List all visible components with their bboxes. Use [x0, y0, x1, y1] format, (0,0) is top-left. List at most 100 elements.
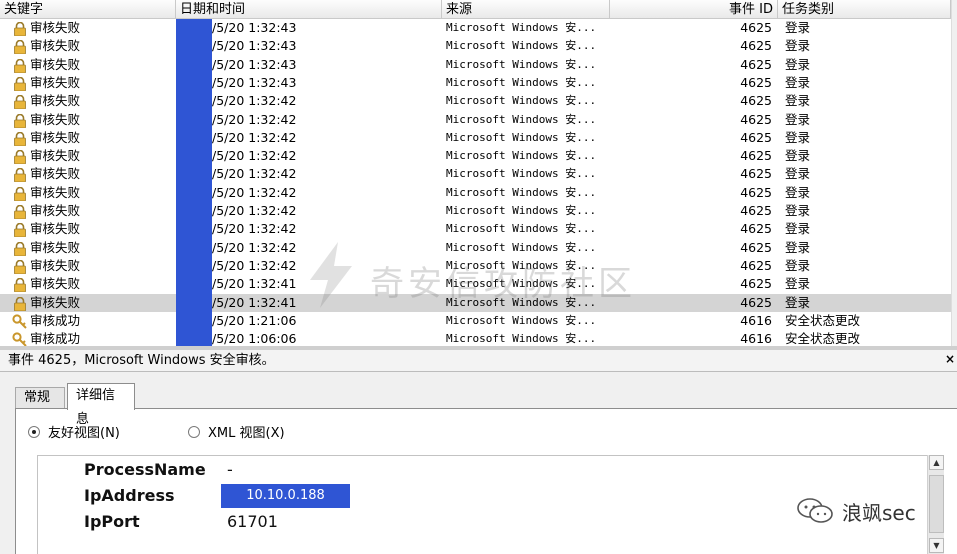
table-row[interactable]: 审核失败/5/20 1:32:42 Microsoft Windows 安... 4…: [0, 111, 951, 129]
cell-source: Microsoft Windows 安...: [446, 258, 597, 272]
table-row[interactable]: 审核失败/5/20 1:32:42 Microsoft Windows 安... 4…: [0, 220, 951, 238]
table-row[interactable]: 审核失败/5/20 1:32:42 Microsoft Windows 安... 4…: [0, 239, 951, 257]
cell-keyword: 审核失败: [30, 203, 81, 218]
field-value-ipaddress: 10.10.0.188: [221, 484, 350, 508]
event-list: 关键字 日期和时间 来源 事件 ID 任务类别 审核失败/5/20 1:32:4…: [0, 0, 957, 346]
column-header-source[interactable]: 来源: [442, 0, 610, 19]
table-row[interactable]: 审核成功/5/20 1:21:06 Microsoft Windows 安... 4…: [0, 312, 951, 330]
tab-details[interactable]: 详细信息: [67, 383, 135, 427]
cell-event-id: 4625: [740, 129, 772, 145]
cell-task-category: 安全状态更改: [785, 331, 861, 346]
cell-keyword: 审核失败: [30, 74, 81, 90]
radio-friendly-view[interactable]: 友好视图(N): [28, 422, 120, 441]
cell-source: Microsoft Windows 安...: [446, 130, 597, 144]
cell-source: Microsoft Windows 安...: [446, 295, 597, 309]
chat-bubbles-icon: [797, 498, 833, 523]
cell-source: Microsoft Windows 安...: [446, 185, 597, 199]
table-row[interactable]: 审核失败/5/20 1:32:43 Microsoft Windows 安... 4…: [0, 74, 951, 92]
cell-event-id: 4625: [740, 111, 772, 127]
table-row[interactable]: 审核失败/5/20 1:32:43 Microsoft Windows 安... 4…: [0, 56, 951, 74]
table-row[interactable]: 审核失败/5/20 1:32:43 Microsoft Windows 安... 4…: [0, 37, 951, 55]
badge-label: 浪飒sec: [842, 500, 916, 525]
cell-source: Microsoft Windows 安...: [446, 313, 597, 327]
column-header-keyword[interactable]: 关键字: [0, 0, 176, 19]
cell-event-id: 4625: [740, 93, 772, 109]
cell-keyword: 审核失败: [30, 166, 81, 182]
table-row[interactable]: 审核失败/5/20 1:32:43 Microsoft Windows 安... 4…: [0, 19, 951, 37]
cell-event-id: 4625: [740, 221, 772, 237]
cell-task-category: 登录: [785, 239, 811, 255]
cell-event-id: 4625: [740, 294, 772, 310]
cell-keyword: 审核失败: [30, 129, 81, 145]
field-key-processname: ProcessName: [84, 460, 206, 479]
event-list-header: 关键字 日期和时间 来源 事件 ID 任务类别: [0, 0, 957, 19]
table-row[interactable]: 审核失败/5/20 1:32:42 Microsoft Windows 安... 4…: [0, 202, 951, 220]
cell-datetime: /5/20 1:32:42: [212, 221, 297, 237]
cell-keyword: 审核失败: [30, 93, 81, 109]
cell-event-id: 4616: [740, 312, 772, 328]
cell-event-id: 4625: [740, 148, 772, 164]
cell-datetime: /5/20 1:32:42: [212, 166, 297, 182]
cell-task-category: 登录: [785, 38, 811, 54]
cell-task-category: 登录: [785, 166, 811, 182]
table-row[interactable]: 审核失败/5/20 1:32:41 Microsoft Windows 安... 4…: [0, 293, 951, 312]
radio-button-unchecked[interactable]: [188, 425, 200, 438]
cell-task-category: 登录: [785, 276, 811, 292]
cell-datetime: /5/20 1:32:42: [212, 129, 297, 145]
cell-datetime: /5/20 1:32:43: [212, 20, 297, 35]
cell-keyword: 审核失败: [30, 221, 81, 237]
cell-keyword: 审核失败: [30, 294, 81, 310]
table-row[interactable]: 审核失败/5/20 1:32:42 Microsoft Windows 安... 4…: [0, 257, 951, 275]
tab-general[interactable]: 常规: [15, 387, 65, 409]
detail-scrollbar[interactable]: ▲ ▼: [927, 455, 944, 554]
cell-keyword: 审核失败: [30, 38, 81, 54]
table-row[interactable]: 审核失败/5/20 1:32:42 Microsoft Windows 安... 4…: [0, 92, 951, 110]
radio-xml-view[interactable]: XML 视图(X): [188, 422, 285, 441]
cell-event-id: 4625: [740, 56, 772, 72]
table-row[interactable]: 审核失败/5/20 1:32:42 Microsoft Windows 安... 4…: [0, 129, 951, 147]
table-row[interactable]: 审核失败/5/20 1:32:41 Microsoft Windows 安... 4…: [0, 275, 951, 293]
cell-task-category: 登录: [785, 221, 811, 237]
cell-datetime: /5/20 1:32:41: [212, 276, 297, 292]
table-row[interactable]: 审核失败/5/20 1:32:42 Microsoft Windows 安... 4…: [0, 184, 951, 202]
table-row[interactable]: 审核失败/5/20 1:32:42 Microsoft Windows 安... 4…: [0, 147, 951, 165]
cell-task-category: 登录: [785, 129, 811, 145]
list-scrollbar[interactable]: [951, 0, 957, 346]
scroll-down-icon[interactable]: ▼: [929, 538, 944, 553]
cell-keyword: 审核成功: [30, 331, 81, 346]
cell-keyword: 审核失败: [30, 184, 81, 200]
cell-event-id: 4625: [740, 166, 772, 182]
scroll-up-icon[interactable]: ▲: [929, 455, 944, 470]
cell-event-id: 4625: [740, 239, 772, 255]
cell-keyword: 审核失败: [30, 276, 81, 292]
table-row[interactable]: 审核失败/5/20 1:32:42 Microsoft Windows 安... 4…: [0, 165, 951, 183]
cell-task-category: 登录: [785, 93, 811, 109]
column-header-task-category[interactable]: 任务类别: [778, 0, 951, 19]
cell-datetime: /5/20 1:32:43: [212, 38, 297, 54]
cell-datetime: /5/20 1:32:42: [212, 239, 297, 255]
cell-source: Microsoft Windows 安...: [446, 39, 597, 53]
cell-keyword: 审核失败: [30, 111, 81, 127]
cell-task-category: 登录: [785, 20, 811, 35]
cell-event-id: 4616: [740, 331, 772, 346]
cell-source: Microsoft Windows 安...: [446, 332, 597, 346]
cell-task-category: 登录: [785, 148, 811, 164]
cell-keyword: 审核失败: [30, 20, 81, 35]
cell-source: Microsoft Windows 安...: [446, 167, 597, 181]
cell-task-category: 登录: [785, 111, 811, 127]
radio-button-checked[interactable]: [28, 425, 40, 438]
field-key-ipaddress: IpAddress: [84, 486, 175, 505]
table-row[interactable]: 审核成功/5/20 1:06:06 Microsoft Windows 安... 4…: [0, 330, 951, 346]
cell-datetime: /5/20 1:21:06: [212, 312, 297, 328]
cell-source: Microsoft Windows 安...: [446, 149, 597, 163]
scroll-thumb[interactable]: [929, 475, 944, 533]
cell-source: Microsoft Windows 安...: [446, 57, 597, 71]
cell-datetime: /5/20 1:32:41: [212, 294, 297, 310]
cell-task-category: 登录: [785, 74, 811, 90]
cell-task-category: 登录: [785, 184, 811, 200]
close-icon[interactable]: ×: [945, 352, 955, 366]
column-header-event-id[interactable]: 事件 ID: [610, 0, 778, 19]
column-header-datetime[interactable]: 日期和时间: [176, 0, 442, 19]
cell-source: Microsoft Windows 安...: [446, 21, 597, 34]
cell-event-id: 4625: [740, 257, 772, 273]
